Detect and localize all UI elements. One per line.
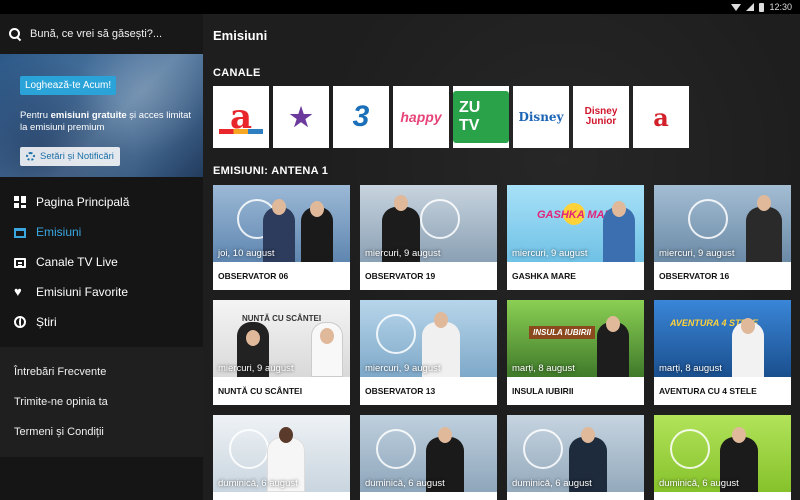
show-title: OBSERVATOR 19 [365,271,436,281]
gear-icon [26,152,35,161]
show-card[interactable]: NUNTĂ CU SCÂNTEI miercuri, 9 august NUNT… [213,300,350,405]
shows-heading: EMISIUNI: ANTENA 1 [213,165,329,177]
show-title: GASHKA MARE [512,271,576,281]
battery-icon [759,2,765,12]
show-title: NUNTĂ CU SCÂNTEI [218,386,303,396]
show-title: INSULA IUBIRII [512,386,574,396]
show-date: miercuri, 9 august [365,363,441,374]
promo-text: Pentru emisiuni gratuite și acces limita… [20,110,192,133]
show-card[interactable]: miercuri, 9 august OBSERVATOR 16 [654,185,791,290]
globe-icon [14,316,26,328]
login-promo: Loghează-te Acum! Pentru emisiuni gratui… [0,54,203,177]
show-thumbnail: duminică, 6 august [213,415,350,492]
insula-logo: INSULA IUBIRII [529,326,595,339]
nav-item-shows[interactable]: Emisiuni [0,217,203,247]
show-card[interactable]: miercuri, 9 august OBSERVATOR 19 [360,185,497,290]
observator-logo [229,429,269,469]
live-tv-icon [14,257,26,268]
show-date: duminică, 6 august [659,478,739,489]
show-thumbnail: joi, 10 august [213,185,350,262]
app-root: 12:30 Bună, ce vrei să găsești?... Loghe… [0,0,800,500]
channels-heading: CANALE [213,67,261,79]
show-date: miercuri, 9 august [365,248,441,259]
show-card[interactable]: INSULA IUBIRII marți, 8 august INSULA IU… [507,300,644,405]
channel-antena-3[interactable]: 3 [333,86,389,148]
search-input[interactable]: Bună, ce vrei să găsești?... [30,28,162,40]
feedback-link[interactable]: Trimite-ne opinia ta [0,387,203,417]
show-card[interactable]: miercuri, 9 august OBSERVATOR 13 [360,300,497,405]
main-nav: Pagina Principală Emisiuni Canale TV Liv… [0,177,203,337]
nav-item-news[interactable]: Știri [0,307,203,337]
channel-zu-tv[interactable]: ZU TV [453,86,509,148]
show-date: joi, 10 august [218,248,275,259]
show-date: duminică, 6 august [218,478,298,489]
show-thumbnail: AVENTURA 4 STELE marți, 8 august [654,300,791,377]
nav-item-favorites[interactable]: ♥ Emisiuni Favorite [0,277,203,307]
tv-icon [14,228,26,238]
nav-item-live-tv[interactable]: Canale TV Live [0,247,203,277]
show-date: miercuri, 9 august [659,248,735,259]
settings-notifications-button[interactable]: Setări și Notificări [20,147,120,166]
show-thumbnail: duminică, 6 august [654,415,791,492]
show-thumbnail: duminică, 6 august [507,415,644,492]
show-title: AVENTURA CU 4 STELE [659,386,757,396]
observator-logo [376,429,416,469]
login-button[interactable]: Loghează-te Acum! [20,76,117,95]
show-thumbnail: duminică, 6 august [360,415,497,492]
terms-link[interactable]: Termeni și Condiții [0,417,203,447]
secondary-nav: Întrebări Frecvente Trimite-ne opinia ta… [0,347,203,457]
wifi-icon [731,3,742,11]
faq-link[interactable]: Întrebări Frecvente [0,357,203,387]
show-card[interactable]: GASHKA MARE miercuri, 9 august GASHKA MA… [507,185,644,290]
show-date: duminică, 6 august [512,478,592,489]
sidebar: Bună, ce vrei să găsești?... Loghează-te… [0,14,203,500]
heart-icon: ♥ [14,284,22,299]
show-title: OBSERVATOR 06 [218,271,289,281]
show-card[interactable]: duminică, 6 august [360,415,497,500]
show-card[interactable]: duminică, 6 august [213,415,350,500]
show-date: marți, 8 august [512,363,575,374]
show-date: miercuri, 9 august [218,363,294,374]
dashboard-icon [14,196,26,208]
show-date: marți, 8 august [659,363,722,374]
observator-logo [670,429,710,469]
show-card[interactable]: duminică, 6 august [654,415,791,500]
observator-logo [523,429,563,469]
observator-logo [688,199,728,239]
show-thumbnail: miercuri, 9 august [360,185,497,262]
channel-disney-junior[interactable]: Disney Junior [573,86,629,148]
channel-antena-stars[interactable]: ★ [273,86,329,148]
search-icon[interactable] [9,28,21,40]
signal-icon [746,3,755,11]
status-time: 12:30 [769,2,792,12]
observator-logo [420,199,460,239]
show-thumbnail: miercuri, 9 august [654,185,791,262]
show-date: miercuri, 9 august [512,248,588,259]
nav-item-home[interactable]: Pagina Principală [0,187,203,217]
channel-disney[interactable]: Disney [513,86,569,148]
shows-grid: joi, 10 august OBSERVATOR 06 miercuri, 9… [213,185,791,500]
observator-logo [376,314,416,354]
show-date: duminică, 6 august [365,478,445,489]
show-thumbnail: NUNTĂ CU SCÂNTEI miercuri, 9 august [213,300,350,377]
channel-antena-3-cnn[interactable]: a [633,86,689,148]
show-title: OBSERVATOR 13 [365,386,436,396]
search-bar[interactable]: Bună, ce vrei să găsești?... [0,14,203,54]
show-card[interactable]: joi, 10 august OBSERVATOR 06 [213,185,350,290]
show-title: OBSERVATOR 16 [659,271,730,281]
show-thumbnail: INSULA IUBIRII marți, 8 august [507,300,644,377]
channel-happy[interactable]: happy [393,86,449,148]
channels-row: a ★ 3 happy ZU TV Disney Disney Junior a [213,86,689,148]
show-card[interactable]: AVENTURA 4 STELE marți, 8 august AVENTUR… [654,300,791,405]
channel-antena-1[interactable]: a [213,86,269,148]
main-content: Emisiuni CANALE a ★ 3 happy ZU TV Disney… [203,14,800,500]
status-bar: 12:30 [0,0,800,14]
show-thumbnail: GASHKA MARE miercuri, 9 august [507,185,644,262]
page-title: Emisiuni [213,28,268,43]
show-thumbnail: miercuri, 9 august [360,300,497,377]
show-card[interactable]: duminică, 6 august [507,415,644,500]
